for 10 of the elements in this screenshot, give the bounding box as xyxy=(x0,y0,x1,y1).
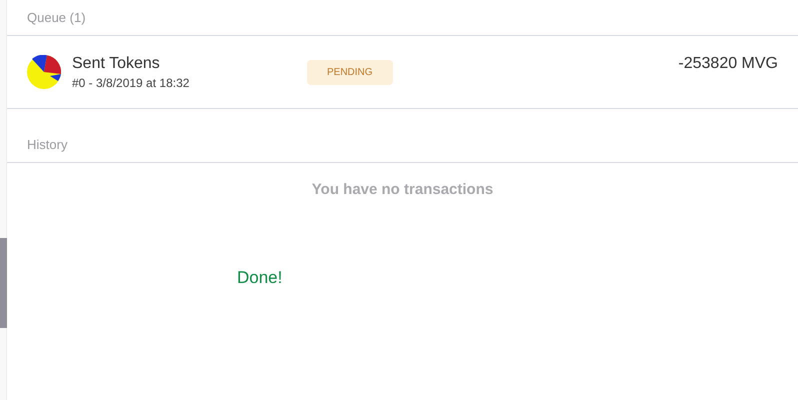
section-title: History xyxy=(27,137,68,152)
transaction-title: Sent Tokens xyxy=(72,54,161,72)
transaction-amount: -253820 MVG xyxy=(678,55,778,73)
transaction-date: #0 - 3/8/2019 at 18:32 xyxy=(72,76,190,90)
section-title: Queue (1) xyxy=(27,10,86,25)
avatar-icon xyxy=(27,55,61,89)
done-message: Done! xyxy=(237,268,282,287)
empty-message: You have no transactions xyxy=(312,181,494,198)
status-badge: PENDING xyxy=(307,60,393,84)
scrollbar-thumb[interactable] xyxy=(0,238,7,328)
